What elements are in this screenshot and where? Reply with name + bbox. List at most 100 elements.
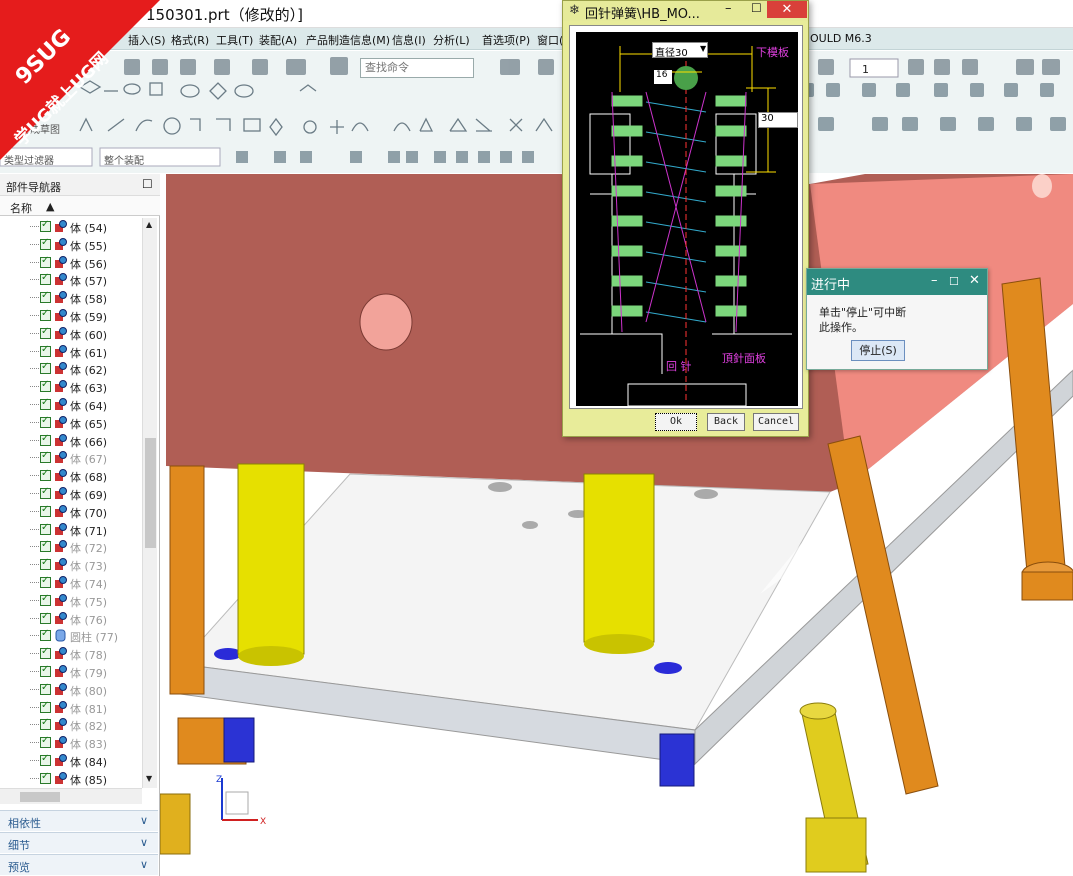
dropdown-arrow-icon[interactable]: ▼ [700, 44, 706, 53]
tree-row[interactable]: 体 (80) [0, 681, 142, 698]
visibility-checkbox[interactable] [40, 344, 51, 357]
dimension-16-field[interactable]: 16 [654, 70, 672, 84]
visibility-checkbox[interactable] [40, 611, 51, 624]
visibility-checkbox[interactable] [40, 539, 51, 553]
maximize-icon[interactable]: ☐ [751, 1, 762, 15]
search-command-input[interactable] [360, 58, 474, 78]
tree-row[interactable]: 体 (67) [0, 449, 142, 466]
visibility-checkbox[interactable] [40, 522, 51, 535]
visibility-checkbox[interactable] [40, 450, 51, 464]
dimension-30-field[interactable]: 30 [758, 112, 798, 128]
column-header-name[interactable]: 名称 ▲ [0, 196, 160, 216]
tree-row[interactable]: 圆柱 (77) [0, 627, 142, 644]
ok-button[interactable]: Ok [655, 413, 697, 431]
tree-row[interactable]: 体 (75) [0, 592, 142, 609]
visibility-checkbox[interactable] [40, 557, 51, 571]
visibility-checkbox[interactable] [40, 593, 51, 606]
minimize-icon[interactable]: – [725, 1, 732, 16]
visibility-checkbox[interactable] [40, 700, 51, 713]
visibility-checkbox[interactable] [40, 682, 51, 695]
cancel-button[interactable]: Cancel [753, 413, 799, 431]
visibility-checkbox[interactable] [40, 308, 51, 321]
tree-row[interactable]: 体 (66) [0, 432, 142, 449]
menu-preferences[interactable]: 首选项(P) [482, 32, 530, 48]
visibility-checkbox[interactable] [40, 326, 51, 339]
maximize-icon[interactable]: ☐ [949, 275, 959, 288]
menu-format[interactable]: 格式(R) [171, 32, 209, 48]
tree-row[interactable]: 体 (69) [0, 485, 142, 502]
body-icon [55, 647, 67, 660]
tree-row[interactable]: 体 (63) [0, 378, 142, 395]
tree-row[interactable]: 体 (83) [0, 734, 142, 751]
tree-row[interactable]: 体 (76) [0, 610, 142, 627]
tree-row[interactable]: 体 (68) [0, 467, 142, 484]
tree-row[interactable]: 体 (59) [0, 307, 142, 324]
tree-row[interactable]: 体 (82) [0, 716, 142, 733]
visibility-checkbox[interactable] [40, 771, 51, 784]
visibility-checkbox[interactable] [40, 575, 51, 588]
visibility-checkbox[interactable] [40, 735, 51, 749]
tree-row[interactable]: 体 (79) [0, 663, 142, 680]
visibility-checkbox[interactable] [40, 397, 51, 410]
tree-row[interactable]: 体 (71) [0, 521, 142, 538]
menu-assembly[interactable]: 装配(A) [259, 32, 297, 48]
visibility-checkbox[interactable] [40, 379, 51, 393]
visibility-checkbox[interactable] [40, 272, 51, 286]
tree-row[interactable]: 体 (85) [0, 770, 142, 787]
maximize-icon[interactable]: ☐ [142, 177, 153, 191]
tree-row[interactable]: 体 (55) [0, 236, 142, 253]
menu-moldwizard[interactable]: OULD M6.3 [810, 32, 872, 45]
visibility-checkbox[interactable] [40, 290, 51, 304]
tree-row[interactable]: 体 (81) [0, 699, 142, 716]
close-icon[interactable]: ✕ [969, 273, 980, 288]
back-button[interactable]: Back [707, 413, 745, 431]
visibility-checkbox[interactable] [40, 415, 51, 428]
tree-row[interactable]: 体 (60) [0, 325, 142, 342]
accordion-preview[interactable]: 预览 ∨ [0, 854, 158, 875]
tree-row[interactable]: 体 (56) [0, 254, 142, 271]
tree-row[interactable]: 体 (61) [0, 343, 142, 360]
visibility-checkbox[interactable] [40, 361, 51, 375]
tree-row[interactable]: 体 (78) [0, 645, 142, 662]
hscroll-thumb[interactable] [20, 792, 60, 802]
visibility-checkbox[interactable] [40, 219, 51, 232]
navigator-vscrollbar[interactable]: ▲ ▼ [142, 218, 157, 788]
minimize-icon[interactable]: – [931, 273, 938, 288]
tree-row[interactable]: 体 (62) [0, 360, 142, 377]
tree-row[interactable]: 体 (74) [0, 574, 142, 591]
tree-row[interactable]: 体 (64) [0, 396, 142, 413]
visibility-checkbox[interactable] [40, 664, 51, 677]
scroll-thumb[interactable] [145, 438, 156, 548]
scroll-down-icon[interactable]: ▼ [146, 774, 152, 783]
visibility-checkbox[interactable] [40, 717, 51, 731]
stop-button[interactable]: 停止(S) [851, 340, 905, 361]
menu-analysis[interactable]: 分析(L) [433, 32, 470, 48]
visibility-checkbox[interactable] [40, 237, 51, 250]
accordion-details[interactable]: 细节 ∨ [0, 832, 158, 853]
menu-info[interactable]: 信息(I) [392, 32, 426, 48]
tree-row[interactable]: 体 (65) [0, 414, 142, 431]
visibility-checkbox[interactable] [40, 468, 51, 482]
menu-window[interactable]: 窗口( [537, 32, 563, 48]
tree-row[interactable]: 体 (57) [0, 271, 142, 288]
tree-row[interactable]: 体 (72) [0, 538, 142, 555]
visibility-checkbox[interactable] [40, 753, 51, 766]
tree-row[interactable]: 体 (84) [0, 752, 142, 769]
visibility-checkbox[interactable] [40, 504, 51, 517]
navigator-hscrollbar[interactable] [0, 788, 142, 804]
visibility-checkbox[interactable] [40, 255, 51, 268]
tree-row[interactable]: 体 (73) [0, 556, 142, 573]
layer-select[interactable]: 1 [862, 63, 869, 76]
close-icon[interactable]: ✕ [767, 1, 807, 18]
visibility-checkbox[interactable] [40, 628, 51, 642]
visibility-checkbox[interactable] [40, 646, 51, 660]
visibility-checkbox[interactable] [40, 433, 51, 446]
menu-pmi[interactable]: 产品制造信息(M) [306, 32, 390, 48]
tree-row[interactable]: 体 (54) [0, 218, 142, 235]
tree-row[interactable]: 体 (58) [0, 289, 142, 306]
accordion-dependencies[interactable]: 相依性 ∨ [0, 810, 158, 831]
menu-tools[interactable]: 工具(T) [216, 32, 253, 48]
tree-row[interactable]: 体 (70) [0, 503, 142, 520]
visibility-checkbox[interactable] [40, 486, 51, 499]
scroll-up-icon[interactable]: ▲ [146, 220, 152, 229]
